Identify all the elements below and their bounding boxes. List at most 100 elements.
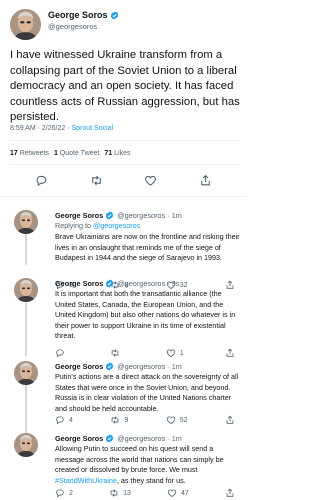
reply-text: It is important that both the transatlan… <box>55 289 236 341</box>
like-count: 52 <box>179 416 188 424</box>
author-name[interactable]: George Soros <box>55 362 103 371</box>
author-name[interactable]: George Soros <box>48 10 119 20</box>
reply-text: Putin's actions are a direct attack on t… <box>55 372 239 413</box>
reply-header: George Soros @georgesoros · 1m <box>55 362 182 371</box>
verified-badge-icon <box>105 211 114 220</box>
likes-stat[interactable]: 71 Likes <box>104 150 130 157</box>
share-icon[interactable] <box>199 174 212 187</box>
share-button[interactable] <box>225 415 235 425</box>
verified-badge-icon <box>105 434 114 443</box>
reply-tweet-2[interactable]: George Soros @georgesoros · 9s It is imp… <box>0 278 247 348</box>
reply-action-bar: 4 9 52 <box>55 415 235 425</box>
like-count: 1 <box>179 349 184 357</box>
like-icon[interactable] <box>144 174 157 187</box>
divider <box>10 164 240 165</box>
share-icon <box>225 348 235 358</box>
replying-prefix: Replying to <box>55 221 93 230</box>
reply-tweet-4[interactable]: George Soros @georgesoros · 1m Allowing … <box>0 433 247 499</box>
tweet-source[interactable]: Sprout Social <box>71 125 113 132</box>
retweets-label: Retweets <box>19 150 49 157</box>
profile-photo-icon <box>10 9 41 40</box>
avatar[interactable] <box>14 278 38 302</box>
retweet-icon <box>110 348 120 358</box>
replying-to-handle[interactable]: @georgesoros <box>93 221 140 230</box>
retweet-icon <box>110 415 120 425</box>
author-name-text: George Soros <box>48 10 108 20</box>
tweet-meta: 8:59 AM · 2/26/22 · Sprout Social <box>10 125 113 132</box>
reply-icon <box>55 348 65 358</box>
reply-button[interactable]: 4 <box>55 415 73 425</box>
main-action-bar <box>0 174 247 187</box>
retweets-count: 17 <box>10 150 18 157</box>
profile-photo-icon <box>14 210 38 234</box>
reply-action-bar: 2 13 47 <box>55 488 235 498</box>
reply-text: Allowing Putin to succeed on his quest w… <box>55 444 241 486</box>
share-icon <box>225 488 235 498</box>
reply-button[interactable] <box>55 348 69 358</box>
author-name[interactable]: George Soros <box>55 279 103 288</box>
like-button[interactable]: 47 <box>167 488 189 498</box>
quotes-stat[interactable]: 1 Quote Tweet <box>54 150 99 157</box>
retweet-count: 9 <box>124 416 129 424</box>
reply-text-part: Allowing Putin to succeed on his quest w… <box>55 444 224 475</box>
hashtag-link[interactable]: #StandWithUkraine <box>55 476 117 485</box>
avatar[interactable] <box>14 361 38 385</box>
reply-text: Brave Ukrainians are now on the frontlin… <box>55 232 240 263</box>
reply-header: George Soros @georgesoros · 9s <box>55 279 179 288</box>
avatar[interactable] <box>10 9 41 40</box>
reply-action-bar: 1 <box>55 348 235 358</box>
reply-icon <box>55 488 65 498</box>
reply-count: 2 <box>69 489 73 497</box>
like-icon <box>166 415 176 425</box>
reply-tweet-3[interactable]: George Soros @georgesoros · 1m Putin's a… <box>0 361 247 427</box>
like-button[interactable]: 1 <box>166 348 184 358</box>
retweet-icon[interactable] <box>90 174 103 187</box>
retweet-button[interactable]: 13 <box>109 488 131 498</box>
divider <box>0 196 247 197</box>
quotes-label: Quote Tweet <box>59 150 100 157</box>
reply-icon[interactable] <box>35 174 48 187</box>
like-icon <box>167 488 177 498</box>
retweet-button[interactable]: 9 <box>110 415 128 425</box>
profile-photo-icon <box>14 433 38 457</box>
divider <box>10 140 240 141</box>
author-handle[interactable]: @georgesoros · 1m <box>117 434 182 443</box>
reply-tweet-1[interactable]: George Soros @georgesoros · 1m Replying … <box>0 210 247 272</box>
share-button[interactable] <box>225 488 235 498</box>
retweet-count: 13 <box>123 489 131 497</box>
share-icon <box>225 415 235 425</box>
retweet-button[interactable] <box>110 348 124 358</box>
reply-text-end: , as they stand for us. <box>116 475 186 485</box>
verified-badge-icon <box>105 362 114 371</box>
likes-count: 71 <box>104 150 113 157</box>
tweet-stats: 17 Retweets 1 Quote Tweet 71 Likes <box>10 150 130 157</box>
main-tweet[interactable]: George Soros @georgesoros I have witness… <box>0 0 247 207</box>
reply-header: George Soros @georgesoros · 1m <box>55 211 182 220</box>
profile-photo-icon <box>14 361 38 385</box>
avatar[interactable] <box>14 210 38 234</box>
reply-header: George Soros @georgesoros · 1m <box>55 434 182 443</box>
author-handle[interactable]: @georgesoros · 1m <box>117 211 182 220</box>
replying-to: Replying to @georgesoros <box>55 221 140 230</box>
share-button[interactable] <box>225 348 235 358</box>
reply-count: 4 <box>69 416 73 424</box>
quotes-count: 1 <box>53 150 58 157</box>
like-button[interactable]: 52 <box>166 415 188 425</box>
likes-label: Likes <box>114 150 131 157</box>
retweets-stat[interactable]: 17 Retweets <box>10 150 49 157</box>
reply-icon <box>55 415 65 425</box>
like-count: 47 <box>181 489 189 497</box>
avatar[interactable] <box>14 433 38 457</box>
tweet-text: I have witnessed Ukraine transform from … <box>10 49 240 123</box>
author-handle[interactable]: @georgesoros · 9s <box>117 279 179 288</box>
author-name[interactable]: George Soros <box>55 434 103 443</box>
retweet-icon <box>109 488 119 498</box>
tweet-timestamp[interactable]: 8:59 AM · 2/26/22 · <box>10 125 71 132</box>
profile-photo-icon <box>14 278 38 302</box>
author-name[interactable]: George Soros <box>55 211 103 220</box>
author-handle[interactable]: @georgesoros · 1m <box>117 362 182 371</box>
reply-button[interactable]: 2 <box>55 488 73 498</box>
author-handle[interactable]: @georgesoros <box>48 22 97 31</box>
like-icon <box>166 348 176 358</box>
verified-badge-icon <box>110 11 119 20</box>
